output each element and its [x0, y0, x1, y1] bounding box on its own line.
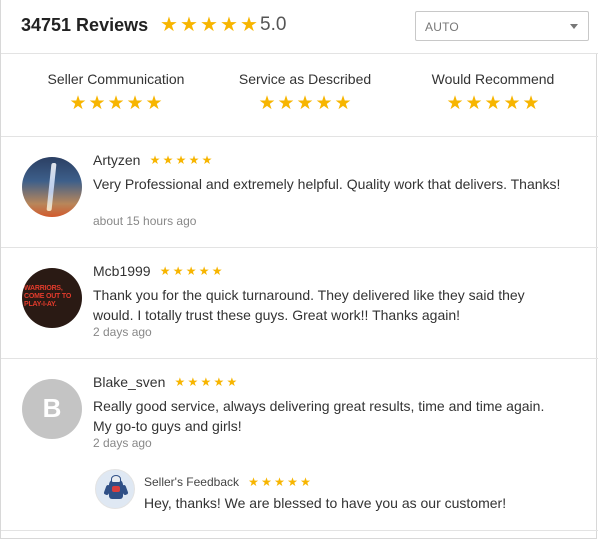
rating-categories: Seller Communication ★ ★ ★ ★ ★ Service as De…: [1, 54, 598, 137]
star-icon: ★: [334, 93, 352, 114]
star-icon: ★: [162, 153, 174, 167]
category-label: Seller Communication: [47, 71, 185, 87]
star-icon: ★: [159, 264, 171, 278]
star-icon: ★: [200, 375, 212, 389]
reviewer-name[interactable]: Mcb1999: [93, 263, 151, 279]
category-would-recommend: Would Recommend ★ ★ ★ ★ ★: [398, 71, 588, 113]
star-icon: ★: [258, 93, 276, 114]
review-header: Mcb1999 ★ ★ ★ ★ ★: [93, 263, 224, 279]
review-header: Artyzen ★ ★ ★ ★ ★: [93, 152, 213, 168]
star-icon: ★: [149, 153, 161, 167]
seller-feedback-header: Seller's Feedback ★ ★ ★ ★ ★: [144, 475, 312, 489]
star-icon: ★: [145, 93, 163, 114]
seller-avatar[interactable]: [95, 469, 135, 509]
sort-select-value: AUTO: [425, 20, 459, 34]
category-seller-communication: Seller Communication ★ ★ ★ ★ ★: [21, 71, 211, 113]
sort-select[interactable]: AUTO: [415, 11, 589, 41]
star-icon: ★: [484, 93, 502, 114]
chevron-down-icon: [570, 24, 578, 29]
overall-star-rating: ★ ★ ★ ★ ★: [159, 15, 259, 35]
star-icon: ★: [213, 375, 225, 389]
category-stars: ★ ★ ★ ★ ★: [210, 94, 400, 113]
star-icon: ★: [277, 93, 295, 114]
star-icon: ★: [172, 264, 184, 278]
review-item: Artyzen ★ ★ ★ ★ ★ Very Professional and extr…: [1, 137, 598, 248]
review-item: WARRIORS, COME OUT TO PLAY-I-AY. Mcb1999…: [1, 248, 598, 359]
category-stars: ★ ★ ★ ★ ★: [21, 94, 211, 113]
star-icon: ★: [88, 93, 106, 114]
review-text: Very Professional and extremely helpful.…: [93, 176, 561, 192]
reviewer-name[interactable]: Blake_sven: [93, 374, 165, 390]
seller-feedback-label: Seller's Feedback: [144, 475, 240, 489]
star-icon: ★: [185, 264, 197, 278]
avatar[interactable]: [22, 157, 82, 217]
star-icon: ★: [248, 475, 259, 489]
star-icon: ★: [180, 14, 198, 36]
category-label: Would Recommend: [431, 71, 555, 87]
review-item: B Blake_sven ★ ★ ★ ★ ★ Really good service, …: [1, 359, 598, 531]
review-timestamp: 2 days ago: [93, 325, 152, 339]
reviewer-name[interactable]: Artyzen: [93, 152, 140, 168]
review-timestamp: 2 days ago: [93, 436, 152, 450]
category-label: Service as Described: [238, 71, 372, 87]
star-icon: ★: [274, 475, 285, 489]
avatar[interactable]: WARRIORS, COME OUT TO PLAY-I-AY.: [22, 268, 82, 328]
reviews-count-title: 34751 Reviews: [21, 15, 149, 35]
star-icon: ★: [188, 153, 200, 167]
seller-feedback: Seller's Feedback ★ ★ ★ ★ ★ Hey, thanks! We …: [95, 465, 575, 515]
avatar-initial: B: [42, 393, 62, 423]
star-icon: ★: [175, 153, 187, 167]
star-icon: ★: [201, 153, 213, 167]
robot-icon-chest: [112, 486, 120, 492]
review-text: Really good service, always delivering g…: [93, 398, 545, 434]
star-icon: ★: [300, 475, 311, 489]
star-icon: ★: [107, 93, 125, 114]
star-icon: ★: [198, 264, 210, 278]
star-icon: ★: [220, 14, 238, 36]
star-icon: ★: [200, 14, 218, 36]
seller-feedback-text: Hey, thanks! We are blessed to have you …: [144, 495, 507, 511]
review-timestamp: about 15 hours ago: [93, 214, 197, 228]
reviews-header: 34751 Reviews ★ ★ ★ ★ ★ 5.0 AUTO: [1, 0, 598, 54]
overall-rating-value: 5.0: [260, 14, 287, 35]
avatar-image-text: WARRIORS, COME OUT TO PLAY-I-AY.: [24, 285, 72, 308]
lightning-icon: [46, 163, 57, 211]
star-icon: ★: [211, 264, 223, 278]
star-icon: ★: [187, 375, 199, 389]
star-icon: ★: [126, 93, 144, 114]
category-stars: ★ ★ ★ ★ ★: [398, 94, 588, 113]
review-header: Blake_sven ★ ★ ★ ★ ★: [93, 374, 238, 390]
star-icon: ★: [287, 475, 298, 489]
review-text: Thank you for the quick turnaround. They…: [93, 287, 525, 323]
star-icon: ★: [174, 375, 186, 389]
star-icon: ★: [261, 475, 272, 489]
category-service-as-described: Service as Described ★ ★ ★ ★ ★: [210, 71, 400, 113]
star-icon: ★: [160, 14, 178, 36]
star-icon: ★: [446, 93, 464, 114]
star-icon: ★: [503, 93, 521, 114]
star-icon: ★: [465, 93, 483, 114]
star-icon: ★: [240, 14, 258, 36]
star-icon: ★: [226, 375, 238, 389]
star-icon: ★: [522, 93, 540, 114]
robot-icon-head: [111, 475, 121, 483]
star-icon: ★: [296, 93, 314, 114]
reviews-panel: 34751 Reviews ★ ★ ★ ★ ★ 5.0 AUTO Seller …: [0, 0, 598, 539]
star-icon: ★: [315, 93, 333, 114]
star-icon: ★: [69, 93, 87, 114]
avatar[interactable]: B: [22, 379, 82, 439]
